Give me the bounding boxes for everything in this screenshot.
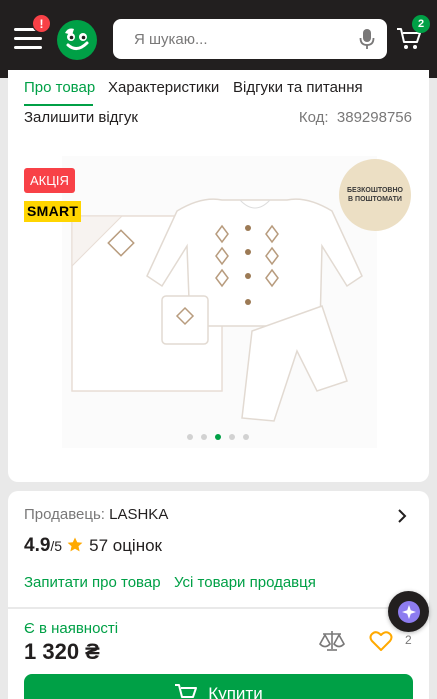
buy-card: Є в наявності 1 320 ₴ 2 Купити bbox=[8, 609, 429, 699]
rozetka-logo[interactable] bbox=[56, 19, 98, 61]
seller-card: Продавець: LASHKA 4.9 /5 57 оцінок Запит… bbox=[8, 491, 429, 607]
smart-logo: SMART bbox=[24, 201, 82, 222]
seller-rating: 4.9 /5 57 оцінок bbox=[24, 535, 162, 557]
seller-name[interactable]: LASHKA bbox=[109, 506, 168, 523]
cart-count-badge: 2 bbox=[412, 15, 430, 33]
active-tab-indicator bbox=[24, 104, 93, 106]
all-seller-products-link[interactable]: Усі товари продавця bbox=[174, 574, 316, 591]
heart-icon[interactable] bbox=[369, 630, 393, 652]
gallery-dot[interactable] bbox=[229, 434, 235, 440]
gallery-dot[interactable] bbox=[201, 434, 207, 440]
product-card: Про товар Характеристики Відгуки та пита… bbox=[8, 70, 429, 482]
free-shipping-badge: БЕЗКОШТОВНО В ПОШТОМАТИ bbox=[339, 159, 411, 231]
rating-value: 4.9 bbox=[24, 535, 51, 556]
tab-characteristics[interactable]: Характеристики bbox=[108, 79, 219, 96]
buy-button-label: Купити bbox=[208, 684, 263, 699]
gallery-dot-active[interactable] bbox=[215, 434, 221, 440]
price: 1 320 ₴ bbox=[24, 639, 100, 664]
assistant-icon bbox=[397, 600, 420, 623]
seller-info[interactable]: Продавець: LASHKA bbox=[24, 506, 168, 523]
product-image[interactable] bbox=[62, 156, 377, 448]
buy-button[interactable]: Купити bbox=[24, 674, 413, 699]
ask-about-product-link[interactable]: Запитати про товар bbox=[24, 574, 161, 591]
assistant-button[interactable] bbox=[388, 591, 429, 632]
promo-badge: АКЦІЯ bbox=[24, 168, 75, 193]
chevron-right-icon[interactable] bbox=[397, 508, 407, 524]
gallery-dot[interactable] bbox=[187, 434, 193, 440]
leave-review-link[interactable]: Залишити відгук bbox=[24, 109, 138, 126]
availability-status: Є в наявності bbox=[24, 620, 119, 637]
gallery-dot[interactable] bbox=[243, 434, 249, 440]
product-code-label: Код: bbox=[298, 109, 329, 126]
tab-reviews[interactable]: Відгуки та питання bbox=[233, 79, 363, 96]
tab-about[interactable]: Про товар bbox=[24, 79, 95, 96]
search-bar bbox=[113, 19, 387, 59]
product-code-value: 389298756 bbox=[336, 109, 412, 126]
search-input[interactable] bbox=[134, 19, 354, 59]
product-code: Код: 389298756 bbox=[299, 109, 412, 126]
microphone-icon[interactable] bbox=[359, 28, 375, 50]
seller-label: Продавець: bbox=[24, 506, 105, 523]
cart-icon bbox=[175, 684, 198, 698]
rating-count: 57 оцінок bbox=[89, 536, 162, 555]
rating-max: /5 bbox=[50, 538, 63, 554]
notification-badge: ! bbox=[32, 14, 51, 33]
header: ! 2 bbox=[0, 0, 437, 78]
gallery-dots bbox=[187, 434, 249, 440]
wishlist-count: 2 bbox=[405, 633, 412, 647]
star-icon bbox=[67, 537, 83, 552]
compare-icon[interactable] bbox=[319, 629, 345, 653]
